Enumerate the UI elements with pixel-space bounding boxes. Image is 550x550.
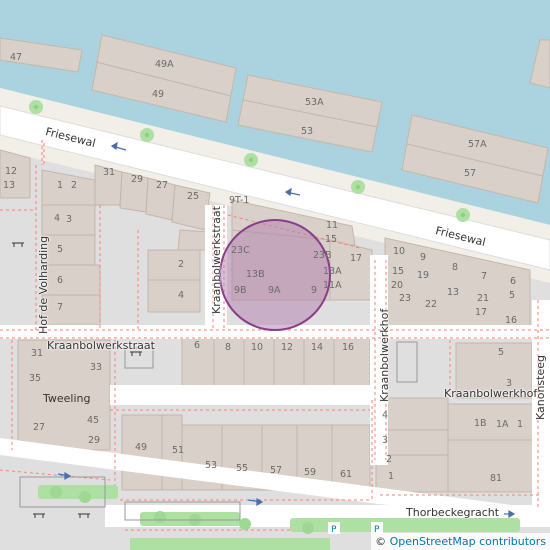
house-number: 1: [57, 180, 64, 191]
house-number: 5: [57, 244, 64, 255]
house-number: 31: [31, 348, 44, 359]
house-number: 12: [281, 342, 294, 353]
house-number: 11A: [323, 280, 342, 291]
house-number: 49: [135, 442, 148, 453]
house-number: 20: [391, 280, 404, 291]
house-number: 53A: [305, 97, 324, 108]
house-number: 2: [178, 259, 185, 270]
street-label: Kraanbolwerkstraat: [210, 206, 223, 314]
house-number: 57: [464, 168, 477, 179]
house-number: 35: [29, 373, 42, 384]
house-number: 22: [425, 299, 438, 310]
house-number: 1: [388, 471, 395, 482]
house-number: 27: [156, 180, 169, 191]
house-number: 6: [510, 276, 517, 287]
house-number: 57A: [468, 139, 487, 150]
house-number: 51: [172, 445, 185, 456]
street-label: Kraanbolwerkstraat: [47, 339, 155, 352]
house-number: 17: [350, 253, 363, 264]
house-number: 1B: [474, 418, 487, 429]
street-label: Hof de Volharding: [37, 235, 50, 334]
house-number: 61: [340, 469, 353, 480]
house-number: 9B: [234, 285, 247, 296]
house-number: 53: [301, 126, 314, 137]
house-number: 13A: [323, 266, 342, 277]
house-number: 3: [382, 435, 389, 446]
house-number: 9: [311, 285, 318, 296]
house-number: 8: [452, 262, 459, 273]
house-number: 14: [311, 342, 324, 353]
house-number: 81: [490, 473, 503, 484]
house-number: 9: [420, 252, 427, 263]
house-number: 25: [187, 191, 200, 202]
house-number: 29: [131, 174, 144, 185]
house-number: 13: [3, 180, 16, 191]
house-number: 9A: [268, 285, 281, 296]
house-number: 10: [393, 246, 406, 257]
house-number: 12: [5, 166, 18, 177]
street-label: Kanonsteeg: [534, 355, 547, 420]
house-number: 19: [417, 270, 430, 281]
house-number: 27: [33, 422, 46, 433]
house-number: 31: [103, 167, 116, 178]
place-label: Tweeling: [43, 392, 91, 405]
house-number: 55: [236, 463, 249, 474]
copyright-symbol: ©: [375, 535, 387, 548]
attribution: © OpenStreetMap contributors: [371, 533, 550, 550]
house-number: 23: [399, 293, 412, 304]
house-number: 9T-1: [229, 195, 250, 206]
house-number: 10: [251, 342, 264, 353]
house-number: 1: [517, 419, 524, 430]
house-number: 17: [475, 307, 488, 318]
house-number: 2: [71, 180, 78, 191]
house-number: 16: [505, 315, 518, 326]
house-number: 4: [178, 290, 185, 301]
house-number: 45: [87, 415, 100, 426]
house-number: 3: [66, 214, 73, 225]
house-number: 15: [325, 234, 338, 245]
house-number: 15: [392, 266, 405, 277]
house-number: 59: [304, 467, 317, 478]
svg-text:P: P: [331, 525, 337, 535]
house-number: 8: [225, 342, 232, 353]
street-label: Thorbeckegracht: [406, 506, 500, 519]
house-number: 29: [88, 435, 101, 446]
map-view[interactable]: P P 47 49A 49 53A 53 57A 57 12 13 1 2 31…: [0, 0, 550, 550]
house-number: 5: [498, 347, 505, 358]
house-number: 4: [54, 213, 61, 224]
house-number: 33: [90, 362, 103, 373]
house-number: 6: [57, 275, 64, 286]
house-number: 11: [326, 220, 339, 231]
house-number: 23B: [313, 250, 332, 261]
street-label: Kraanbolwerkhof: [378, 308, 391, 402]
house-number: 21: [477, 293, 490, 304]
house-number: 49A: [155, 59, 174, 70]
house-number: 13B: [246, 269, 265, 280]
house-number: 13: [447, 287, 460, 298]
house-number: 4: [382, 410, 389, 421]
house-number: 7: [481, 271, 488, 282]
house-number: 2: [386, 454, 393, 465]
house-number: 53: [205, 460, 218, 471]
street-label: Kraanbolwerkhof: [444, 387, 538, 400]
house-number: 23C: [231, 245, 250, 256]
house-number: 16: [342, 342, 355, 353]
house-number: 5: [509, 290, 516, 301]
house-number: 1A: [496, 419, 509, 430]
house-number: 57: [270, 465, 283, 476]
house-number: 49: [152, 89, 165, 100]
house-number: 7: [57, 302, 64, 313]
osm-attribution-link[interactable]: OpenStreetMap contributors: [390, 535, 546, 548]
house-number: 47: [10, 52, 23, 63]
location-marker[interactable]: [219, 219, 331, 331]
house-number: 6: [194, 340, 201, 351]
